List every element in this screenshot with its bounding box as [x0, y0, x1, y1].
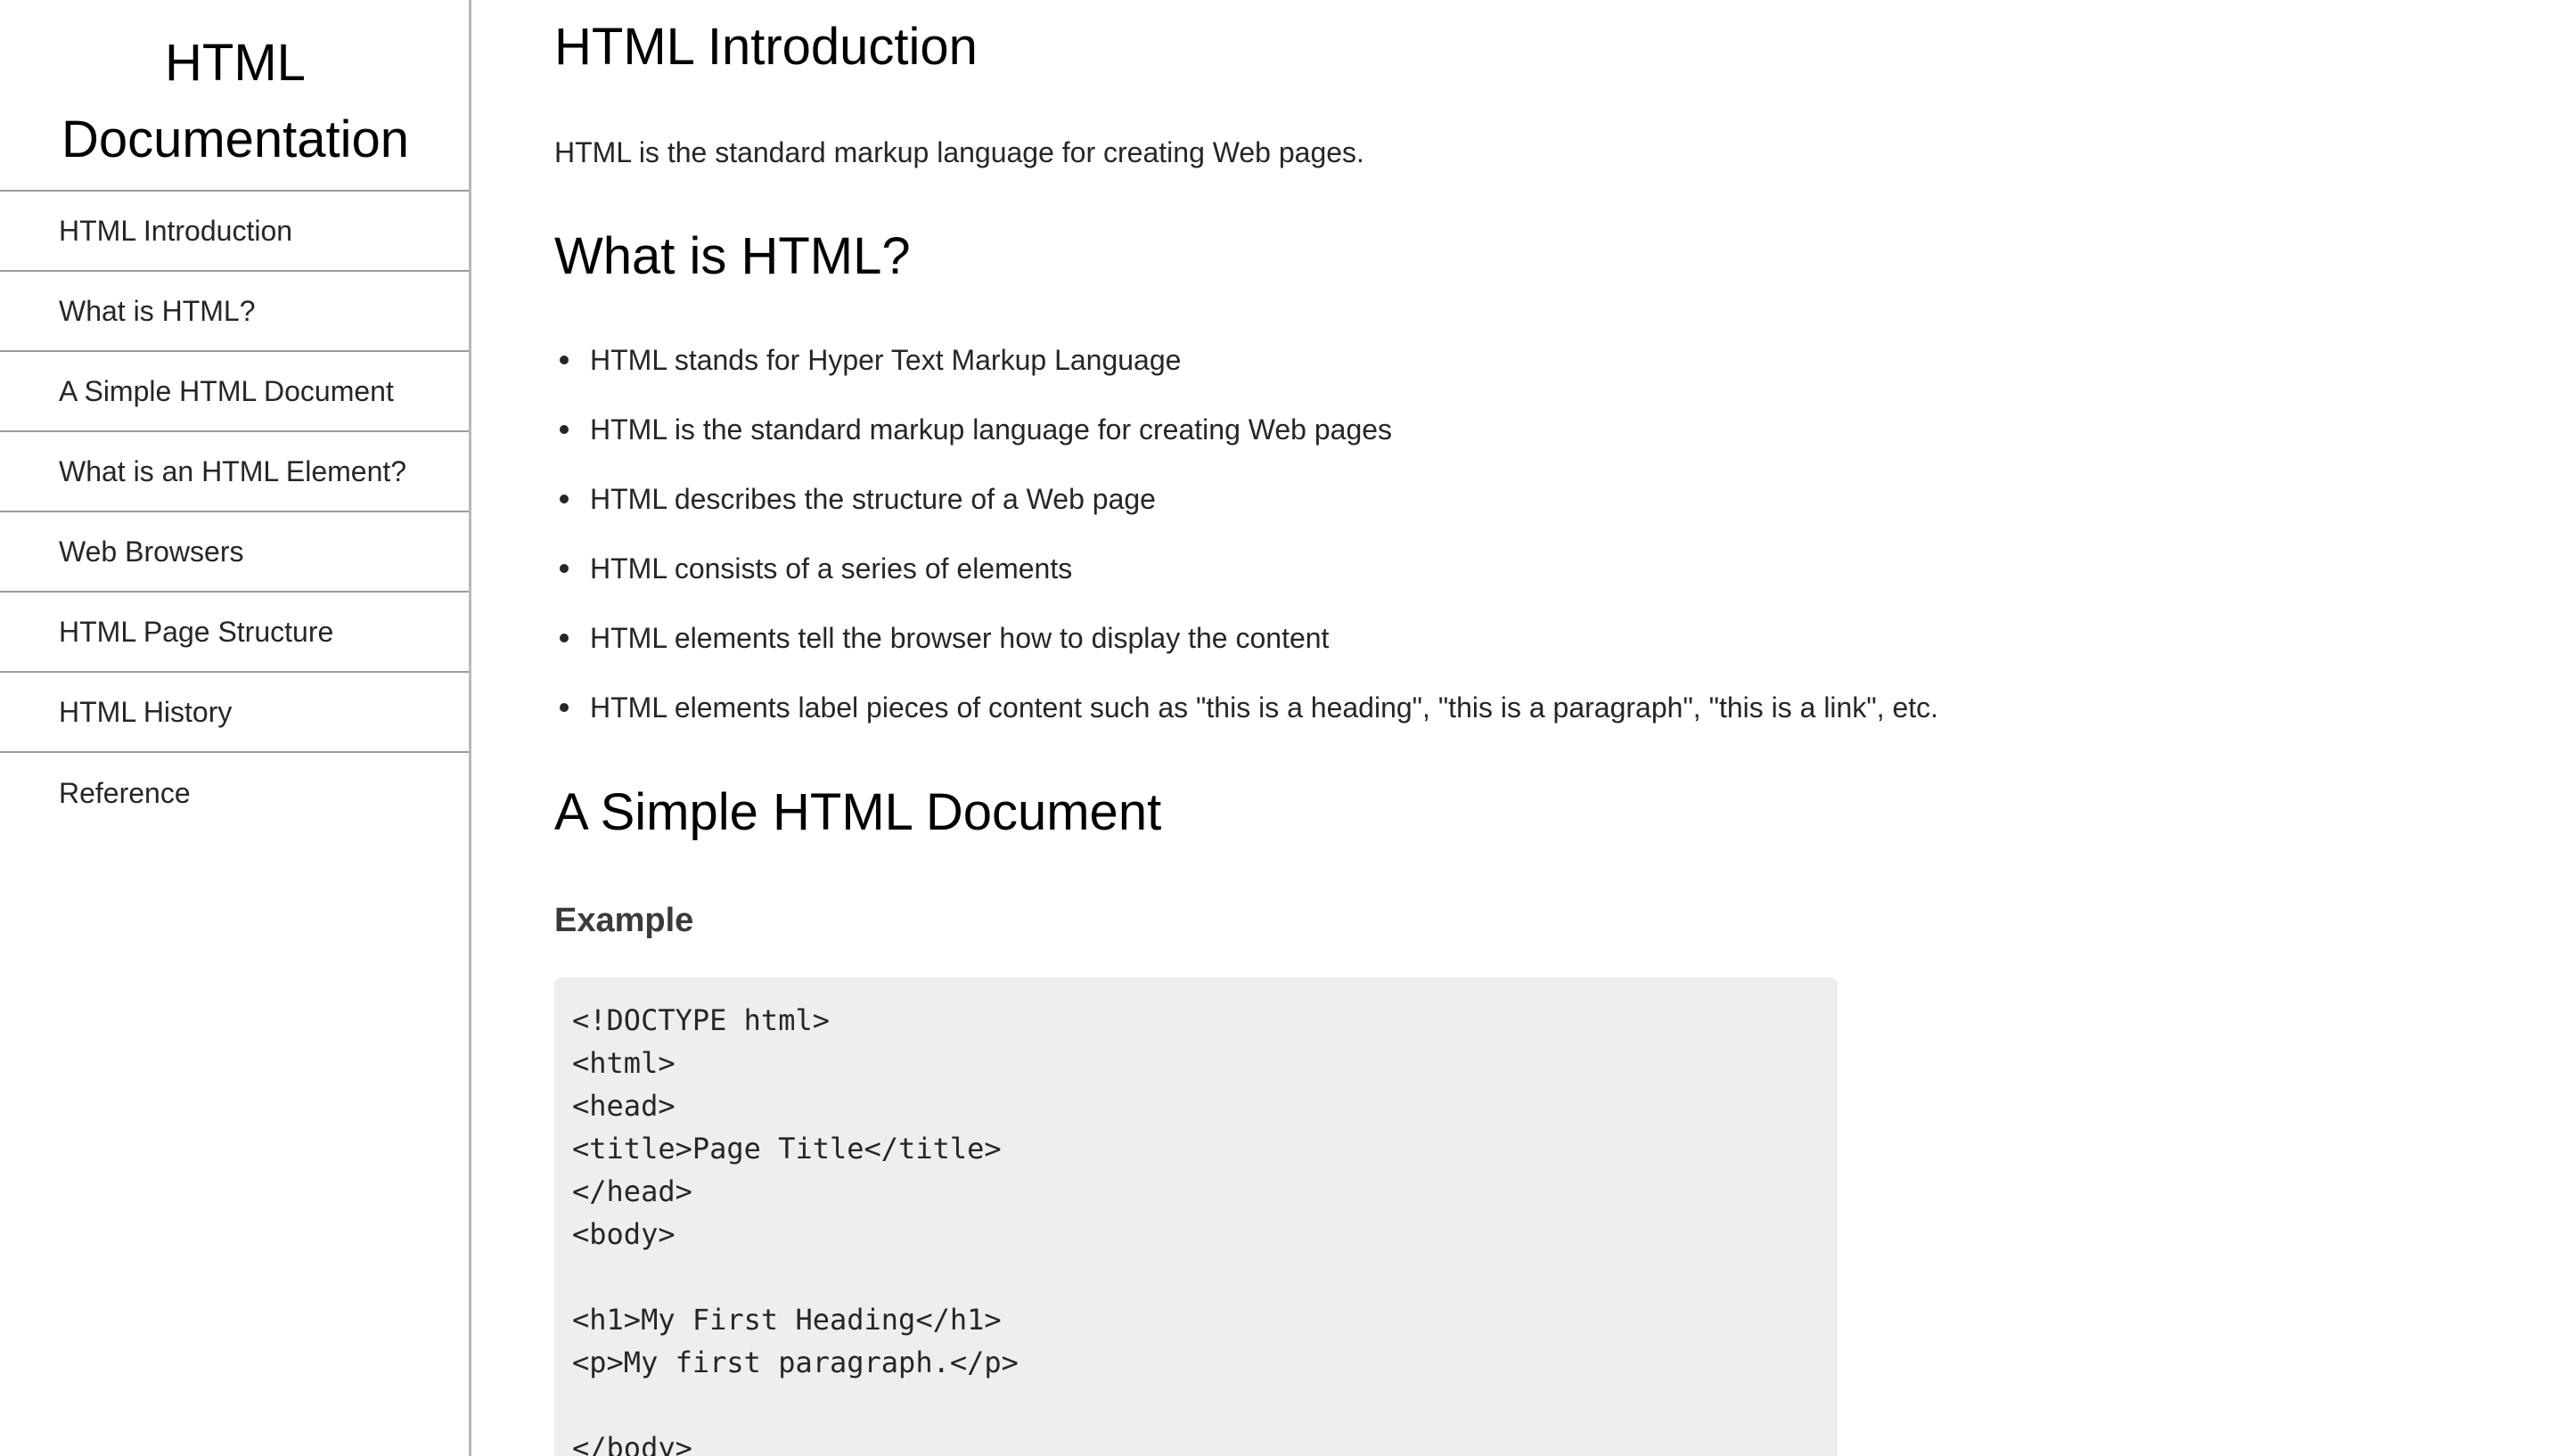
nav-link-reference[interactable]: Reference [0, 753, 469, 833]
section-heading-html-introduction: HTML Introduction [554, 18, 978, 76]
list-item: HTML stands for Hyper Text Markup Langua… [554, 342, 1938, 412]
nav-list: HTML Introduction What is HTML? A Simple… [0, 192, 469, 833]
sidebar-title-line1: HTML [165, 34, 306, 92]
code-line: <!DOCTYPE html> [572, 1003, 830, 1037]
section-heading-what-is-html: What is HTML? [554, 227, 911, 285]
code-line: <title>Page Title</title> [572, 1132, 1002, 1166]
what-is-html-list: HTML stands for Hyper Text Markup Langua… [554, 342, 1938, 759]
section-heading-simple-html-document: A Simple HTML Document [554, 783, 1162, 841]
code-line: <head> [572, 1089, 676, 1123]
sidebar-title-line2: Documentation [61, 110, 410, 168]
code-line: <html> [572, 1046, 676, 1080]
sidebar-title: HTML Documentation [39, 25, 431, 178]
sidebar-header: HTML Documentation [0, 0, 469, 192]
nav-link-html-history[interactable]: HTML History [0, 673, 469, 753]
intro-paragraph: HTML is the standard markup language for… [554, 136, 1364, 168]
nav-link-html-page-structure[interactable]: HTML Page Structure [0, 593, 469, 673]
documentation-page: HTML Documentation HTML Introduction Wha… [0, 0, 2563, 1456]
code-line: </body> [572, 1431, 692, 1456]
example-label: Example [554, 902, 694, 939]
nav-link-what-is-html[interactable]: What is HTML? [0, 272, 469, 352]
code-line: </head> [572, 1174, 692, 1208]
list-item: HTML is the standard markup language for… [554, 412, 1938, 481]
code-line: <p>My first paragraph.</p> [572, 1346, 1019, 1379]
sidebar-navigation: HTML Documentation HTML Introduction Wha… [0, 0, 471, 1456]
nav-link-what-is-html-element[interactable]: What is an HTML Element? [0, 432, 469, 512]
code-line: <body> [572, 1217, 676, 1251]
code-line: <h1>My First Heading</h1> [572, 1303, 1002, 1337]
main-content: HTML Introduction HTML is the standard m… [554, 0, 2515, 1456]
list-item: HTML consists of a series of elements [554, 551, 1938, 620]
list-item: HTML elements tell the browser how to di… [554, 620, 1938, 690]
nav-link-simple-html-document[interactable]: A Simple HTML Document [0, 352, 469, 432]
code-example: <!DOCTYPE html> <html> <head> <title>Pag… [554, 977, 1838, 1456]
list-item: HTML describes the structure of a Web pa… [554, 481, 1938, 551]
list-item: HTML elements label pieces of content su… [554, 690, 1938, 759]
nav-link-web-browsers[interactable]: Web Browsers [0, 512, 469, 593]
nav-link-html-introduction[interactable]: HTML Introduction [0, 192, 469, 272]
